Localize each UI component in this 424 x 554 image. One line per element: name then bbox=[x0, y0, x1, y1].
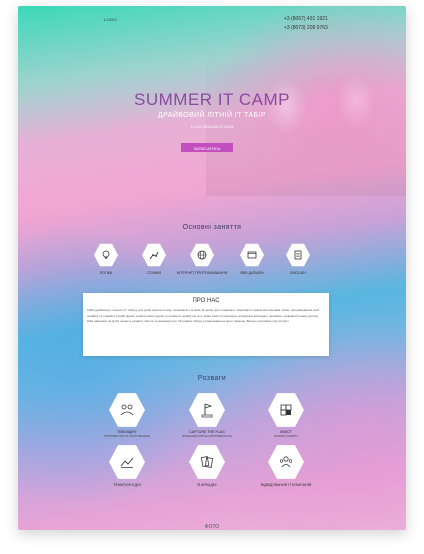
cards-icon bbox=[189, 445, 225, 479]
phone-numbers: +3 (8067) 431 1921 +3 (8073) 209 9763 bbox=[284, 15, 328, 33]
phone-1[interactable]: +3 (8067) 431 1921 bbox=[284, 15, 328, 24]
hero-title: SUMMER IT CAMP bbox=[134, 90, 290, 109]
globe-icon bbox=[190, 243, 214, 267]
bulb-icon bbox=[94, 243, 118, 267]
hero-subtitle: ДРАЙВОВИЙ ЛІТНІЙ IT ТАБІР bbox=[158, 112, 266, 119]
fun-label-teambuilding-sub: (ГРУПОВІ ІГРИ НА ЗГУРТУВАННЯ) bbox=[103, 434, 151, 438]
people-icon bbox=[268, 445, 304, 479]
fun-label-ctf-sub: (КОМАНДНІ ІГРИ НА ВИТРИВАЛІСТЬ) bbox=[181, 434, 233, 438]
activity-label-english: ENGLISH bbox=[290, 271, 306, 275]
fun-label-teambuilding: ТІМБІЛДІНГ (ГРУПОВІ ІГРИ НА ЗГУРТУВАННЯ) bbox=[97, 430, 157, 438]
robot-arm-icon bbox=[142, 243, 166, 267]
landing-page: LOGO +3 (8067) 431 1921 +3 (8073) 209 97… bbox=[18, 6, 406, 530]
hero-dates: 1.1.07.2018-06.07.2018 bbox=[190, 124, 234, 129]
about-box: ПРО НАС Табір драйвового літнього IT таб… bbox=[83, 293, 329, 356]
about-title: ПРО НАС bbox=[192, 298, 220, 304]
flag-icon bbox=[189, 393, 225, 427]
fun-label-quest: КВЕСТ (ПОШУК СКАРБУ) bbox=[256, 430, 316, 438]
fun-label-theme-days: ТЕМАТИЧНІ ДНІ bbox=[113, 483, 141, 487]
section-title-photo-partial: ФОТО bbox=[204, 524, 220, 530]
signup-button[interactable]: ЗАПИСАТИСЬ bbox=[181, 143, 233, 152]
english-icon bbox=[286, 243, 310, 267]
logo[interactable]: LOGO bbox=[104, 17, 117, 22]
teamwork-icon bbox=[109, 393, 145, 427]
fun-label-quest-sub: (ПОШУК СКАРБУ) bbox=[274, 434, 298, 438]
section-title-entertainment: Розваги bbox=[197, 375, 227, 382]
chart-icon bbox=[109, 445, 145, 479]
about-text: Табір драйвового літнього IT табору для … bbox=[87, 308, 320, 323]
puzzle-icon bbox=[268, 393, 304, 427]
web-design-icon bbox=[240, 243, 264, 267]
fun-label-arcade: Й АРКАДНІ bbox=[197, 483, 217, 487]
fun-label-capture-the-flag: CAPTURE THE FLAG (КОМАНДНІ ІГРИ НА ВИТРИ… bbox=[177, 430, 237, 438]
hero-photo bbox=[206, 46, 406, 196]
section-title-main-activities: Основні заняття bbox=[182, 224, 242, 231]
fun-label-it-companies: ВІДВІДУВАННЯ IT КОМПАНІЙ bbox=[260, 483, 312, 487]
phone-2[interactable]: +3 (8073) 209 9763 bbox=[284, 24, 328, 33]
